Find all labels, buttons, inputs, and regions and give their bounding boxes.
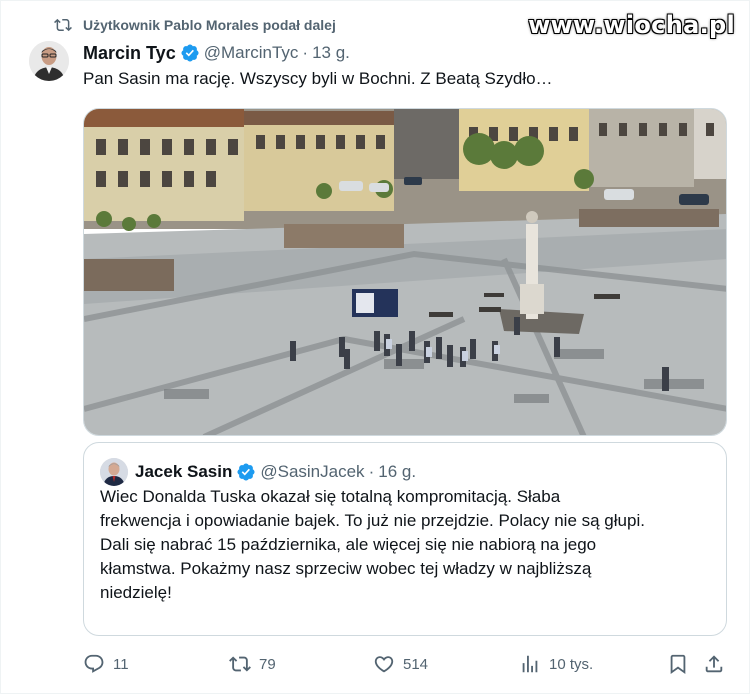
verified-badge-icon[interactable] (236, 462, 256, 482)
bookmark-icon (670, 654, 686, 675)
quoted-tweet[interactable]: Jacek Sasin @SasinJacek · 16 g. Wiec Don… (83, 442, 727, 636)
repost-count: 79 (259, 655, 276, 673)
quoted-text-line: Wiec Donalda Tuska okazał się totalną ko… (100, 487, 561, 506)
watermark-text: www.wiocha.pl (528, 11, 735, 39)
quoted-text-line: Dali się nabrać 15 października, ale wię… (100, 535, 597, 554)
tweet-text: Pan Sasin ma rację. Wszyscy byli w Bochn… (83, 69, 553, 88)
quoted-tweet-timestamp[interactable]: 16 g. (378, 462, 416, 482)
like-button[interactable]: 514 (373, 651, 428, 677)
author-name[interactable]: Marcin Tyc (83, 43, 176, 64)
author-avatar[interactable] (29, 41, 69, 81)
tweet-timestamp[interactable]: 13 g. (312, 43, 350, 63)
quoted-text-line: frekwencja i opowiadanie bajek. To już n… (100, 511, 645, 530)
repost-icon (229, 656, 251, 672)
author-handle[interactable]: @MarcinTyc (204, 43, 299, 63)
bar-chart-icon (522, 655, 538, 673)
quoted-author-name[interactable]: Jacek Sasin (135, 462, 232, 482)
tweet-actions-bar: 11 79 514 10 tys. (83, 651, 727, 677)
tweet-card[interactable]: Użytkownik Pablo Morales podał dalej www… (0, 0, 750, 694)
repost-context[interactable]: Użytkownik Pablo Morales podał dalej (53, 13, 336, 37)
quoted-text-line: niedzielę! (100, 583, 172, 602)
quoted-tweet-text: Wiec Donalda Tuska okazał się totalną ko… (100, 485, 720, 605)
repost-icon (53, 15, 73, 35)
quoted-author-handle[interactable]: @SasinJacek (260, 462, 364, 482)
like-count: 514 (403, 655, 429, 673)
reply-count: 11 (113, 655, 129, 673)
separator-dot: · (368, 462, 375, 481)
views-count: 10 tys. (549, 655, 594, 673)
separator-dot: · (302, 43, 309, 62)
repost-button[interactable]: 79 (229, 651, 276, 677)
town-square-photo (84, 109, 726, 435)
reply-button[interactable]: 11 (83, 651, 129, 677)
share-button[interactable] (703, 651, 725, 677)
share-icon (705, 655, 723, 673)
bookmark-button[interactable] (667, 651, 689, 677)
verified-badge-icon[interactable] (180, 43, 200, 63)
quoted-tweet-header: Jacek Sasin @SasinJacek · 16 g. (135, 460, 416, 484)
tweet-header: Marcin Tyc @MarcinTyc · 13 g. (83, 41, 350, 65)
tweet-photo[interactable] (83, 108, 727, 436)
views-button[interactable]: 10 tys. (519, 651, 593, 677)
reply-icon (84, 654, 104, 673)
repost-label: Użytkownik Pablo Morales podał dalej (83, 17, 336, 33)
heart-icon (374, 656, 394, 673)
quoted-author-avatar[interactable] (100, 458, 128, 486)
quoted-text-line: kłamstwa. Pokażmy nasz sprzeciw wobec te… (100, 559, 592, 578)
